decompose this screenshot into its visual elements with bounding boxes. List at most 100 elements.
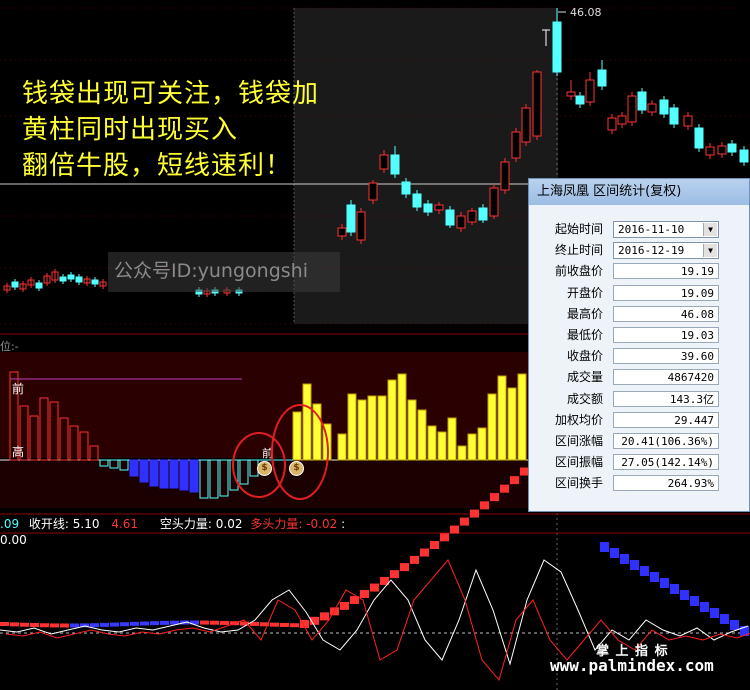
oscillator-block [470,509,479,518]
candle-body [346,204,356,233]
candle-body [694,127,704,149]
stats-value: 27.05(142.14%) [613,454,719,471]
candle-body [585,79,595,103]
stats-label: 成交量 [566,370,603,385]
candle-body [337,227,347,237]
caption-line-2: 黄柱同时出现买入 [22,115,239,145]
oscillator-block [670,584,679,594]
oscillator-block [30,623,39,628]
stats-label: 终止时间 [554,243,603,258]
stats-row: 终止时间 2016-12-19 ▼ [529,240,749,261]
oscillator-block [640,566,649,576]
oscillator-block [400,563,409,572]
oscillator-block [630,560,639,570]
indicator-bar [387,379,397,461]
candle-body [456,215,466,229]
oscillator-block [430,541,439,550]
candle-body [532,71,542,137]
stats-value-text: 2016-12-19 [618,244,685,258]
brand-url[interactable]: www.palmindex.com [550,656,714,675]
oscillator-block [210,620,219,625]
oscillator-block [360,589,369,598]
stats-row: 最高价 46.08 [529,304,749,325]
oscillator-block [70,623,79,628]
oscillator-block [370,583,379,592]
stats-value-text: 143.3亿 [669,392,714,406]
oscillator-block [690,596,699,606]
stats-value: 29.447 [613,411,719,428]
indicator-bar [407,399,417,461]
oscillator-block [480,501,489,510]
candle-body [566,91,576,97]
candle-body [91,279,99,285]
oscillator-block [130,621,139,626]
stats-value-text: 29.447 [674,413,714,427]
indicator-bar [337,433,347,461]
stats-value: 46.08 [613,305,719,322]
indicator-bar [189,459,199,493]
candle-body [659,99,669,115]
oscillator-block [710,608,719,618]
date-select[interactable]: 2016-11-10 ▼ [613,221,719,238]
stats-value: 20.41(106.36%) [613,433,719,449]
candle-body [75,276,83,283]
chart-stage: 钱袋出现可关注，钱袋加 黄柱同时出现买入 翻倍牛股，短线速利！ 公众号ID:yu… [0,0,750,690]
indicator-bar [397,373,407,461]
bear-power-value: 0.02 [215,517,243,531]
oscillator-block [270,622,279,627]
stats-label: 收盘价 [566,349,603,364]
indicator-bar [447,417,457,461]
oscillator-block [700,602,709,612]
indicator-bar [507,387,517,461]
oscillator-block [610,548,619,558]
stats-value-text: 19.03 [680,329,714,342]
oscillator-block [410,555,419,564]
oscillator-block [420,548,429,557]
indicator-bar [487,393,497,461]
oscillator-block [720,614,729,624]
candle-body [705,146,715,156]
candle-body [478,207,488,221]
oscillator-block [10,622,19,627]
oscillator-block [40,623,49,628]
candle-body [423,203,433,213]
stats-label: 成交额 [566,391,603,406]
candle-body [401,181,411,195]
stats-label: 区间涨幅 [554,434,603,448]
candle-body [11,281,19,288]
indicator-value: 4.61 [111,517,139,531]
oscillator-block [150,621,159,626]
stats-value: 143.3亿 [613,390,719,407]
indicator-bar [427,425,437,461]
indicator-bar [457,445,467,461]
oscillator-block [120,622,129,627]
date-select[interactable]: 2016-12-19 ▼ [613,242,719,260]
dropdown-arrow-icon[interactable]: ▼ [703,223,717,236]
indicator-bar [347,393,357,461]
indicator-bar [477,427,487,461]
stats-row: 区间换手 264.93% [529,473,749,494]
stats-row: 区间振幅 27.05(142.14%) [529,452,749,473]
indicator-label: 收开线: [28,517,69,531]
stats-label: 加权均价 [554,412,603,427]
dropdown-arrow-icon[interactable]: ▼ [703,244,717,258]
stats-value-text: 2016-11-10 [618,223,685,236]
oscillator-block [60,623,69,628]
bear-power-label: 空头力量: [159,517,212,531]
indicator-bar [497,375,507,461]
caption-line-3: 翻倍牛股，短线速利！ [22,151,293,181]
oscillator-block [100,622,109,627]
indicator-bar [377,395,387,461]
stats-value-text: 39.60 [680,350,714,364]
stats-value-text: 27.05(142.14%) [621,456,714,470]
indicator-bar [179,459,189,491]
interval-stats-dialog[interactable]: 上海凤凰 区间统计(复权) 起始时间 2016-11-10 ▼ 终止时间 2016-12… [528,178,750,512]
candle-body [683,115,693,127]
dialog-title[interactable]: 上海凤凰 区间统计(复权) [529,179,749,205]
stats-value-text: 46.08 [680,307,714,321]
indicator-bar [149,459,159,487]
stats-label: 最低价 [566,328,603,342]
stats-label: 最高价 [566,306,603,321]
candle-body [445,209,455,226]
oscillator-block [660,578,669,588]
